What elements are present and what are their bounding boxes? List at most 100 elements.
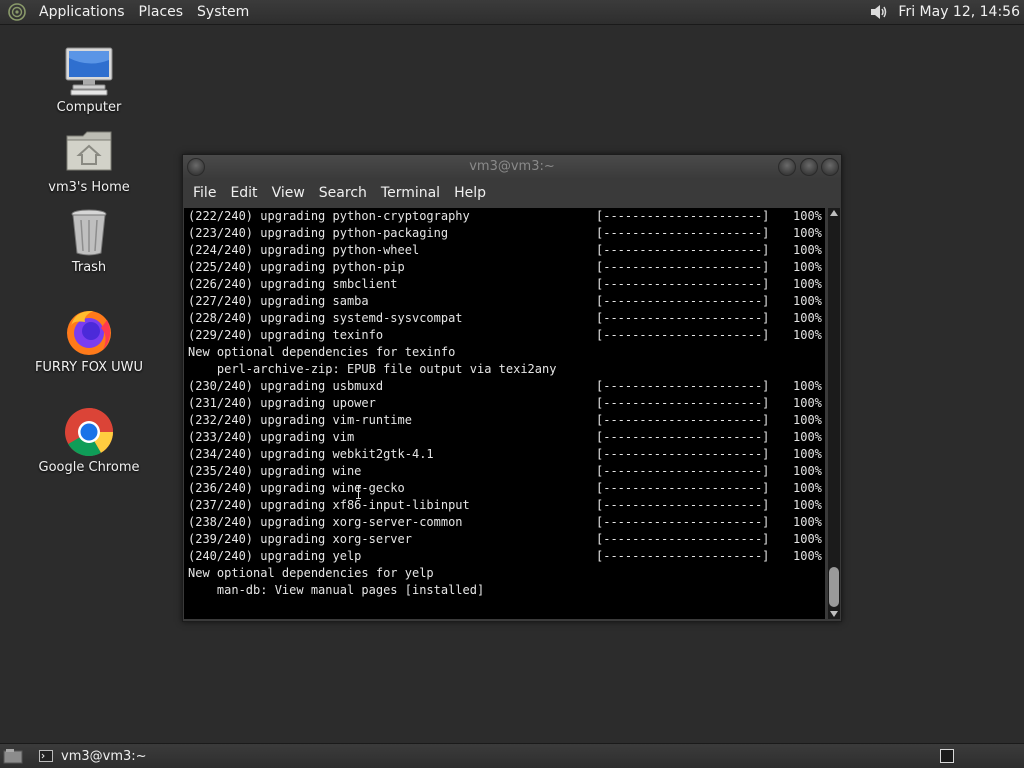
distro-logo-icon[interactable] bbox=[8, 3, 26, 21]
terminal-output[interactable]: (222/240) upgrading python-cryptography [… bbox=[184, 208, 825, 619]
terminal-line-text: (240/240) upgrading yelp bbox=[188, 549, 362, 563]
taskbar-label: vm3@vm3:~ bbox=[61, 748, 147, 764]
scroll-down-arrow-icon[interactable] bbox=[830, 611, 838, 617]
progress-percent: 100% bbox=[793, 430, 822, 444]
terminal-scrollbar[interactable] bbox=[828, 208, 840, 619]
progress-bar-text: [----------------------] bbox=[596, 311, 770, 325]
progress-percent: 100% bbox=[793, 413, 822, 427]
menu-file[interactable]: File bbox=[186, 185, 223, 201]
terminal-line: New optional dependencies for texinfo bbox=[186, 344, 825, 361]
terminal-line: perl-archive-zip: EPUB file output via t… bbox=[186, 361, 825, 378]
computer-icon bbox=[63, 46, 115, 98]
progress-bar-text: [----------------------] bbox=[596, 532, 770, 546]
scroll-up-arrow-icon[interactable] bbox=[830, 210, 838, 216]
terminal-line: (231/240) upgrading upower [-------------… bbox=[186, 395, 825, 412]
terminal-line: (240/240) upgrading yelp [---------------… bbox=[186, 548, 825, 565]
terminal-line: (236/240) upgrading wine-gecko [---------… bbox=[186, 480, 825, 497]
terminal-line-text: (228/240) upgrading systemd-sysvcompat bbox=[188, 311, 463, 325]
progress-percent: 100% bbox=[793, 447, 822, 461]
progress-bar-text: [----------------------] bbox=[596, 226, 770, 240]
applications-menu[interactable]: Applications bbox=[32, 4, 132, 20]
progress-percent: 100% bbox=[793, 226, 822, 240]
terminal-line-text: (222/240) upgrading python-cryptography bbox=[188, 209, 470, 223]
progress-bar-text: [----------------------] bbox=[596, 396, 770, 410]
system-menu[interactable]: System bbox=[190, 4, 256, 20]
close-button[interactable] bbox=[821, 158, 839, 176]
progress-bar-text: [----------------------] bbox=[596, 549, 770, 563]
menu-search[interactable]: Search bbox=[312, 185, 374, 201]
scrollbar-thumb[interactable] bbox=[829, 567, 839, 607]
desktop-icon-label: vm3's Home bbox=[48, 180, 130, 195]
menu-help[interactable]: Help bbox=[447, 185, 493, 201]
home-folder-icon bbox=[63, 126, 115, 178]
progress-percent: 100% bbox=[793, 209, 822, 223]
progress-percent: 100% bbox=[793, 294, 822, 308]
chrome-icon bbox=[63, 406, 115, 458]
terminal-line: (235/240) upgrading wine [---------------… bbox=[186, 463, 825, 480]
menu-edit[interactable]: Edit bbox=[223, 185, 264, 201]
firefox-icon bbox=[63, 306, 115, 358]
minimize-button[interactable] bbox=[778, 158, 796, 176]
progress-percent: 100% bbox=[793, 532, 822, 546]
terminal-line-text: (227/240) upgrading samba bbox=[188, 294, 369, 308]
desktop-icon-label: Trash bbox=[71, 260, 107, 275]
maximize-button[interactable] bbox=[800, 158, 818, 176]
terminal-line-text: (231/240) upgrading upower bbox=[188, 396, 376, 410]
desktop-icon-label: Computer bbox=[56, 100, 122, 115]
show-desktop-icon[interactable] bbox=[3, 748, 23, 764]
workspace-switcher[interactable] bbox=[940, 749, 954, 763]
progress-percent: 100% bbox=[793, 379, 822, 393]
terminal-line-text: (226/240) upgrading smbclient bbox=[188, 277, 398, 291]
progress-bar-text: [----------------------] bbox=[596, 294, 770, 308]
terminal-line: man-db: View manual pages [installed] bbox=[186, 582, 825, 599]
terminal-line-text: (235/240) upgrading wine bbox=[188, 464, 362, 478]
desktop-icon-chrome[interactable]: Google Chrome bbox=[24, 406, 154, 475]
terminal-line: (230/240) upgrading usbmuxd [------------… bbox=[186, 378, 825, 395]
progress-percent: 100% bbox=[793, 311, 822, 325]
volume-icon[interactable] bbox=[868, 2, 888, 22]
taskbar-terminal-button[interactable]: vm3@vm3:~ bbox=[39, 749, 147, 764]
desktop-icon-home[interactable]: vm3's Home bbox=[24, 126, 154, 195]
terminal-line-text: (232/240) upgrading vim-runtime bbox=[188, 413, 412, 427]
desktop-icon-firefox[interactable]: FURRY FOX UWU bbox=[24, 306, 154, 375]
terminal-line-text: (223/240) upgrading python-packaging bbox=[188, 226, 449, 240]
terminal-line: (223/240) upgrading python-packaging [---… bbox=[186, 225, 825, 242]
terminal-line-text: (234/240) upgrading webkit2gtk-4.1 bbox=[188, 447, 434, 461]
progress-bar-text: [----------------------] bbox=[596, 328, 770, 342]
progress-bar-text: [----------------------] bbox=[596, 464, 770, 478]
menu-view[interactable]: View bbox=[265, 185, 312, 201]
clock[interactable]: Fri May 12, 14:56 bbox=[896, 4, 1024, 20]
terminal-line: (234/240) upgrading webkit2gtk-4.1 [-----… bbox=[186, 446, 825, 463]
terminal-line: New optional dependencies for yelp bbox=[186, 565, 825, 582]
desktop-icon-label: FURRY FOX UWU bbox=[34, 360, 144, 375]
progress-percent: 100% bbox=[793, 515, 822, 529]
desktop-icon-label: Google Chrome bbox=[38, 460, 140, 475]
progress-percent: 100% bbox=[793, 328, 822, 342]
progress-percent: 100% bbox=[793, 498, 822, 512]
terminal-line-text: (224/240) upgrading python-wheel bbox=[188, 243, 420, 257]
terminal-line: (232/240) upgrading vim-runtime [--------… bbox=[186, 412, 825, 429]
desktop-icon-computer[interactable]: Computer bbox=[24, 46, 154, 115]
terminal-icon bbox=[39, 750, 53, 762]
window-titlebar[interactable]: vm3@vm3:~ bbox=[183, 155, 841, 179]
terminal-line-text: (233/240) upgrading vim bbox=[188, 430, 355, 444]
terminal-line-text: perl-archive-zip: EPUB file output via t… bbox=[188, 362, 557, 376]
window-title: vm3@vm3:~ bbox=[469, 159, 555, 174]
terminal-line-text: (229/240) upgrading texinfo bbox=[188, 328, 384, 342]
progress-percent: 100% bbox=[793, 396, 822, 410]
progress-bar-text: [----------------------] bbox=[596, 260, 770, 274]
bottom-panel: vm3@vm3:~ bbox=[0, 743, 1024, 768]
terminal-line: (222/240) upgrading python-cryptography [… bbox=[186, 208, 825, 225]
places-menu[interactable]: Places bbox=[132, 4, 191, 20]
terminal-line: (226/240) upgrading smbclient [----------… bbox=[186, 276, 825, 293]
progress-bar-text: [----------------------] bbox=[596, 515, 770, 529]
menu-terminal[interactable]: Terminal bbox=[374, 185, 447, 201]
terminal-line-text: New optional dependencies for yelp bbox=[188, 566, 434, 580]
progress-percent: 100% bbox=[793, 277, 822, 291]
terminal-lines: (222/240) upgrading python-cryptography [… bbox=[184, 208, 825, 599]
progress-bar-text: [----------------------] bbox=[596, 447, 770, 461]
terminal-line-text: (239/240) upgrading xorg-server bbox=[188, 532, 412, 546]
desktop-icon-trash[interactable]: Trash bbox=[24, 206, 154, 275]
terminal-window[interactable]: vm3@vm3:~ File Edit View Search Terminal… bbox=[182, 154, 842, 622]
terminal-line: (238/240) upgrading xorg-server-common [-… bbox=[186, 514, 825, 531]
